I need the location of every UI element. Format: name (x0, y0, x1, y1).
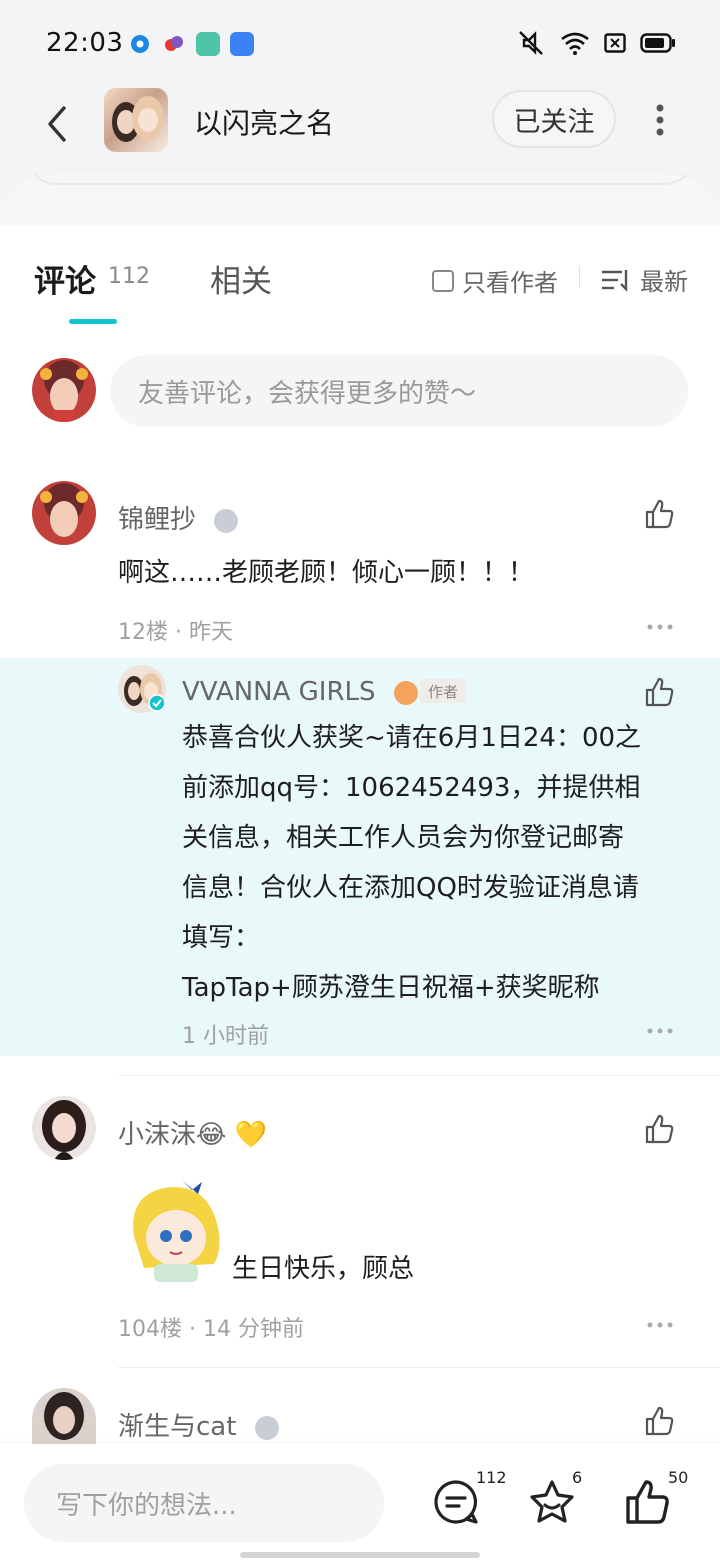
header-card-edge (0, 174, 720, 226)
comment-author[interactable]: 锦鲤抄 (118, 499, 239, 536)
avatar[interactable] (32, 1388, 96, 1444)
only-author-label: 只看作者 (462, 269, 558, 297)
avatar[interactable] (32, 1096, 96, 1160)
comment-text: 啊这……老顾老顾！倾心一顾！！！ (118, 558, 535, 588)
comment-input[interactable]: 友善评论，会获得更多的赞～ (110, 355, 688, 427)
more-dots-icon[interactable] (647, 1322, 673, 1328)
reply-text: 恭喜合伙人获奖~请在6月1日24：00之 前添加qq号：1062452493，并… (182, 713, 641, 1013)
comment-tabs: 评论 112 相关 只看作者 最新 (0, 226, 720, 330)
filter-divider (579, 266, 580, 288)
level-badge-icon (393, 680, 418, 705)
reply-author-name: VVANNA GIRLS (182, 677, 376, 707)
reply-text-line: 前添加qq号：1062452493，并提供相 (182, 773, 641, 803)
more-vertical-icon[interactable] (650, 102, 670, 142)
tab-comments-count: 112 (108, 264, 150, 289)
status-time: 22:03 (46, 28, 124, 58)
more-dots-icon[interactable] (647, 624, 673, 630)
thumb-up-icon[interactable] (644, 498, 676, 530)
bottom-action-bar: 写下你的想法... 112 6 50 (0, 1444, 720, 1560)
comment-count: 112 (476, 1468, 507, 1487)
reply-meta: 1 小时前 (182, 1024, 269, 1049)
thumb-up-icon[interactable] (644, 1405, 676, 1437)
comment-meta: 104楼 · 14 分钟前 (118, 1317, 304, 1342)
comment-icon[interactable] (432, 1478, 480, 1526)
comment-author[interactable]: 小沫沫😂 💛 (118, 1114, 267, 1151)
comment-divider (118, 1075, 720, 1076)
tab-active-indicator (69, 319, 117, 324)
reply-text-line: TapTap+顾苏澄生日祝福+获奖昵称 (182, 973, 600, 1003)
game-notification-icon (162, 32, 186, 56)
reply-text-line: 恭喜合伙人获奖~请在6月1日24：00之 (182, 723, 642, 753)
my-avatar[interactable] (32, 358, 96, 422)
reply-text-line: 信息！合伙人在添加QQ时发验证消息请 (182, 873, 639, 903)
star-icon[interactable] (528, 1478, 576, 1526)
sim-icon (604, 33, 626, 53)
page-title: 以闪亮之名 (194, 107, 335, 140)
only-author-toggle[interactable]: 只看作者 (432, 263, 558, 298)
avatar[interactable] (32, 481, 96, 545)
comment-meta: 12楼 · 昨天 (118, 620, 233, 645)
write-comment-input[interactable]: 写下你的想法... (24, 1464, 384, 1542)
level-badge-icon (214, 508, 239, 533)
app-notification-icon (128, 32, 152, 56)
thumb-up-icon[interactable] (624, 1478, 672, 1526)
reply-author[interactable]: VVANNA GIRLS (182, 677, 418, 707)
chat-notification-icon (230, 32, 254, 56)
status-icons (516, 30, 676, 56)
comment-author-name: 渐生与cat (118, 1412, 237, 1442)
reply-text-line: 填写： (182, 923, 261, 953)
thumb-up-icon[interactable] (644, 1113, 676, 1145)
verified-icon (148, 694, 166, 712)
battery-icon (640, 33, 675, 53)
home-indicator[interactable] (240, 1552, 480, 1558)
app-header: 以闪亮之名 已关注 (0, 88, 720, 226)
author-tag: 作者 (420, 679, 467, 703)
game-avatar[interactable] (104, 88, 168, 152)
wifi-icon (561, 32, 589, 55)
back-icon[interactable] (40, 102, 80, 146)
mute-icon (519, 31, 543, 55)
level-badge-icon (254, 1415, 279, 1440)
status-bar: 22:03 (0, 0, 720, 90)
comment-author[interactable]: 渐生与cat (118, 1406, 279, 1443)
follow-button[interactable]: 已关注 (492, 90, 616, 148)
comment-text: 生日快乐，顾总 (232, 1254, 415, 1284)
reply-text-line: 关信息，相关工作人员会为你登记邮寄 (182, 823, 625, 853)
like-count: 50 (668, 1468, 689, 1487)
sticker-image (124, 1176, 228, 1284)
shop-notification-icon (196, 32, 220, 56)
sort-icon (602, 269, 628, 292)
comment-divider (118, 1367, 720, 1368)
comment-author-name: 锦鲤抄 (118, 505, 197, 535)
only-author-checkbox[interactable] (432, 269, 454, 292)
tab-related[interactable]: 相关 (210, 256, 272, 301)
sort-label: 最新 (640, 268, 688, 296)
sort-button[interactable]: 最新 (600, 262, 688, 297)
tab-comments[interactable]: 评论 (34, 256, 96, 301)
favorite-count: 6 (572, 1468, 583, 1487)
more-dots-icon[interactable] (647, 1028, 673, 1034)
thumb-up-icon[interactable] (644, 676, 676, 708)
